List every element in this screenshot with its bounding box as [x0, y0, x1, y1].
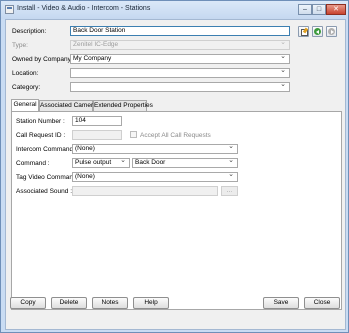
command-select[interactable]: Pulse output — [72, 158, 130, 168]
description-label: Description: — [12, 28, 47, 35]
forward-arrow-glyph-icon — [328, 28, 335, 35]
back-arrow-glyph-icon — [314, 28, 321, 35]
location-label: Location: — [12, 70, 39, 77]
tag-video-command-label: Tag Video Command : — [16, 174, 81, 181]
command-label: Command : — [16, 160, 50, 167]
tag-video-command-select[interactable]: (None) — [72, 172, 238, 182]
command-target-select[interactable]: Back Door — [132, 158, 238, 168]
copy-button[interactable]: Copy — [10, 297, 46, 309]
associated-sound-field — [72, 186, 218, 196]
tab-extended-properties[interactable]: Extended Properties — [93, 100, 153, 111]
general-tab-panel: Station Number : 104 Call Request ID : A… — [11, 111, 342, 310]
close-button[interactable]: Close — [304, 297, 340, 309]
save-button[interactable]: Save — [263, 297, 299, 309]
intercom-stations-window: Install - Video & Audio - Intercom - Sta… — [0, 0, 349, 333]
maximize-button[interactable]: □ — [312, 4, 326, 15]
tab-associated-cameras[interactable]: Associated Cameras — [39, 100, 100, 111]
owned-by-label: Owned by Company: — [12, 56, 73, 63]
app-icon — [5, 5, 14, 14]
delete-button[interactable]: Delete — [51, 297, 87, 309]
close-window-button[interactable]: ✕ — [326, 4, 346, 15]
title-bar[interactable]: Install - Video & Audio - Intercom - Sta… — [1, 1, 348, 19]
browse-sound-button: ... — [221, 186, 238, 196]
help-button[interactable]: Help — [133, 297, 169, 309]
call-request-id-label: Call Request ID : — [16, 132, 66, 139]
category-label: Category: — [12, 84, 41, 91]
call-request-id-field — [72, 130, 122, 140]
minimize-button[interactable]: – — [298, 4, 312, 15]
tab-general[interactable]: General — [11, 99, 39, 111]
forward-arrow-icon[interactable] — [326, 26, 337, 37]
owned-by-select[interactable]: My Company — [70, 54, 290, 64]
description-field[interactable]: Back Door Station — [70, 26, 290, 36]
category-select[interactable] — [70, 82, 290, 92]
back-arrow-icon[interactable] — [312, 26, 323, 37]
accept-all-label: Accept All Call Requests — [140, 132, 211, 139]
notes-button[interactable]: Notes — [92, 297, 128, 309]
location-select[interactable] — [70, 68, 290, 78]
accept-all-checkbox[interactable] — [130, 131, 137, 138]
notes-edit-icon[interactable] — [298, 26, 309, 37]
intercom-command-label: Intercom Command : — [16, 146, 77, 153]
type-label: Type: — [12, 42, 28, 49]
window-title: Install - Video & Audio - Intercom - Sta… — [17, 5, 151, 12]
type-select: Zenitel IC-Edge — [70, 40, 290, 50]
intercom-command-select[interactable]: (None) — [72, 144, 238, 154]
associated-sound-label: Associated Sound : — [16, 188, 73, 195]
client-area: Description: Back Door Station Type: Zen… — [5, 19, 346, 330]
station-number-field[interactable]: 104 — [72, 116, 122, 126]
station-number-label: Station Number : — [16, 118, 65, 125]
